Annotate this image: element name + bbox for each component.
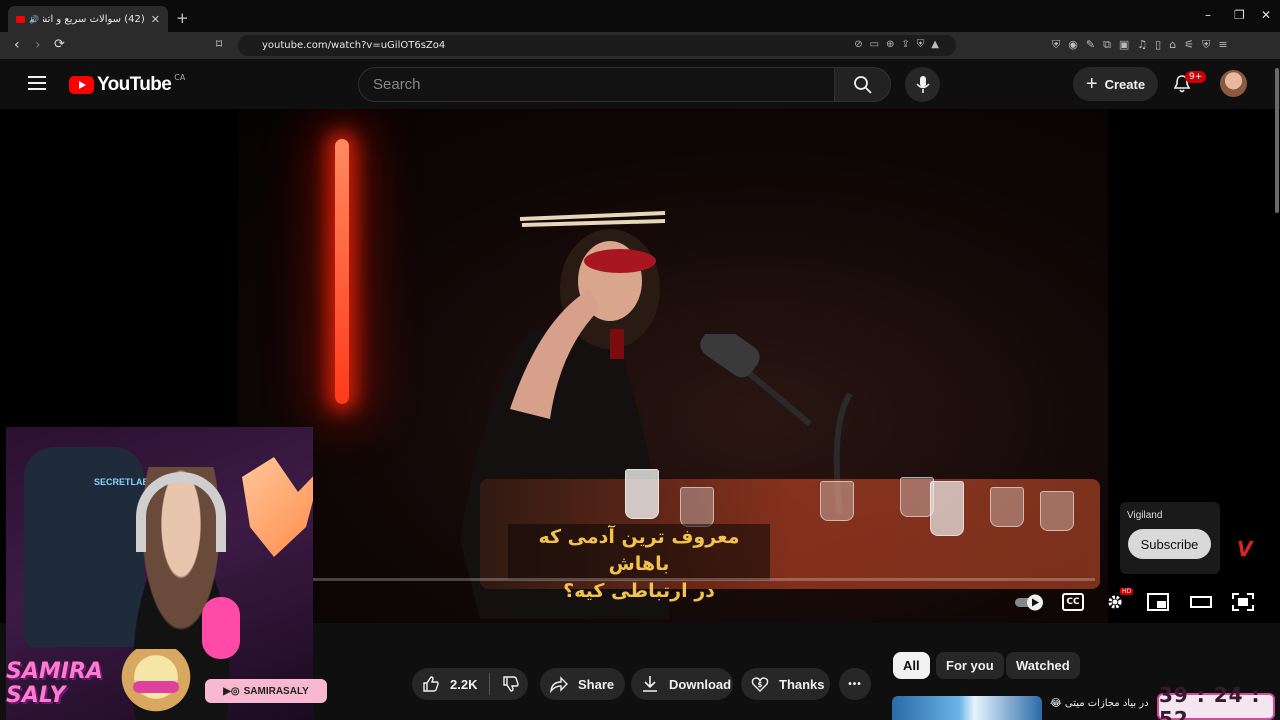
create-button[interactable]: + Create (1073, 67, 1158, 101)
reload-icon[interactable]: ⟳ (54, 37, 65, 52)
youtube-logo[interactable]: YouTube CA (69, 72, 186, 96)
cup (900, 477, 934, 517)
pink-microphone (202, 597, 240, 659)
like-divider (489, 673, 491, 695)
chip-for-you[interactable]: For you (936, 652, 1004, 679)
menu-icon[interactable] (28, 76, 46, 90)
address-bar-icons[interactable]: ⊘▭⊕⇪⛨▲ (854, 39, 946, 50)
channel-logo-icon[interactable]: V (1237, 537, 1252, 561)
like-count[interactable]: 2.2K (450, 677, 477, 692)
cup (990, 487, 1024, 527)
logo-text: YouTube (97, 74, 172, 95)
forward-icon[interactable]: › (35, 37, 41, 53)
theater-mode-icon[interactable] (1190, 593, 1212, 611)
thanks-heart-icon: $ (751, 677, 769, 692)
cup (930, 481, 964, 536)
hd-badge: HD (1120, 588, 1134, 595)
like-icon[interactable] (422, 675, 440, 693)
search-input[interactable]: Search (358, 67, 835, 102)
youtube-play-icon (69, 76, 94, 94)
channel-watermark-name: Vigiland (1127, 510, 1163, 521)
address-bar[interactable]: youtube.com/watch?v=uGilOT6sZo4 ⊘▭⊕⇪⛨▲ (238, 35, 956, 56)
maximize-button[interactable]: ❐ (1234, 8, 1245, 22)
back-icon[interactable]: ‹ (14, 37, 20, 53)
bookmark-icon[interactable]: ⌑ (216, 37, 222, 51)
settings-gear-icon[interactable] (1104, 593, 1126, 611)
tab-title: (42) سوالات سریع و آتشین با یـ (43, 13, 145, 25)
autoplay-toggle-icon[interactable] (1015, 593, 1045, 611)
share-icon (550, 676, 568, 693)
chip-all[interactable]: All (893, 652, 930, 679)
search-button[interactable] (834, 67, 891, 102)
notifications-badge: 9+ (1185, 71, 1207, 83)
plus-icon: + (1085, 72, 1098, 95)
microphone-icon (916, 76, 930, 93)
progress-bar[interactable] (313, 578, 1095, 581)
share-button[interactable]: Share (540, 668, 625, 700)
search-icon (854, 76, 872, 94)
miniplayer-icon[interactable] (1147, 593, 1169, 611)
cup (625, 469, 659, 519)
download-icon (643, 676, 657, 692)
subtitle-line-1: معروف ترین آدمی که باهاش (538, 526, 740, 575)
subscribe-button[interactable]: Subscribe (1128, 529, 1211, 559)
share-label: Share (578, 676, 615, 692)
streamer-name-logo: SAMIRA SALY (6, 660, 116, 708)
dislike-icon[interactable] (502, 675, 520, 693)
download-button[interactable]: Download (631, 668, 733, 700)
avatar[interactable] (1220, 70, 1247, 97)
youtube-instagram-icon: ▶◎ (223, 685, 240, 697)
browser-tab-strip: 🔊 (42) سوالات سریع و آتشین با یـ ✕ + – ❐… (0, 0, 1280, 34)
streamer-webcam-overlay: SECRETLAB SAMIRA SALY (6, 427, 313, 720)
new-tab-button[interactable]: + (176, 9, 189, 27)
browser-tab[interactable]: 🔊 (42) سوالات سریع و آتشین با یـ ✕ (8, 6, 168, 32)
captions-button[interactable]: CC (1062, 593, 1084, 611)
voice-search-button[interactable] (905, 67, 940, 102)
streamer-name-line-1: SAMIRA (6, 659, 103, 684)
youtube-favicon-icon (16, 15, 25, 23)
extension-icons[interactable]: ⛨◉✎⧉▣♫▯⌂⚟⛨≡ (1052, 38, 1236, 52)
cup (820, 481, 854, 521)
like-dislike-group: 2.2K (412, 668, 528, 700)
more-actions-button[interactable]: ••• (839, 668, 871, 700)
stream-timer: 39 : 24 : 52 (1157, 683, 1275, 720)
thanks-label: Thanks (779, 676, 825, 692)
country-code: CA (174, 72, 186, 82)
search-placeholder: Search (373, 76, 421, 93)
create-label: Create (1104, 76, 1146, 92)
youtube-masthead: YouTube CA Search + Create 9+ (0, 59, 1280, 109)
thanks-button[interactable]: $ Thanks (741, 668, 830, 700)
headphones (136, 472, 226, 552)
cartoon-sunglasses (133, 681, 179, 693)
recommendation-thumbnail[interactable] (892, 696, 1042, 720)
chip-watched[interactable]: Watched (1006, 652, 1080, 679)
svg-text:$: $ (758, 681, 763, 689)
minimize-button[interactable]: – (1205, 8, 1211, 22)
tab-close-icon[interactable]: ✕ (151, 13, 160, 26)
neon-light (335, 139, 349, 404)
social-handle-badge: ▶◎ SAMIRASALY (205, 679, 327, 703)
cup (1040, 491, 1074, 531)
social-handle: SAMIRASALY (243, 685, 309, 697)
streamer-name-line-2: SALY (6, 683, 66, 708)
url-text: youtube.com/watch?v=uGilOT6sZo4 (262, 40, 446, 51)
page-scrollbar[interactable] (1275, 68, 1279, 213)
subtitle-line-2: در ارتباطی کیه؟ (563, 580, 715, 602)
download-label: Download (669, 676, 732, 692)
video-subtitle: معروف ترین آدمی که باهاش در ارتباطی کیه؟ (508, 524, 770, 602)
speaker-icon[interactable]: 🔊 (29, 15, 39, 24)
fullscreen-icon[interactable] (1232, 593, 1254, 611)
window-close-button[interactable]: ✕ (1261, 8, 1271, 22)
cup (680, 487, 714, 527)
recommendation-title[interactable]: در بیاد مجازات میتی 😂 (1050, 698, 1149, 709)
